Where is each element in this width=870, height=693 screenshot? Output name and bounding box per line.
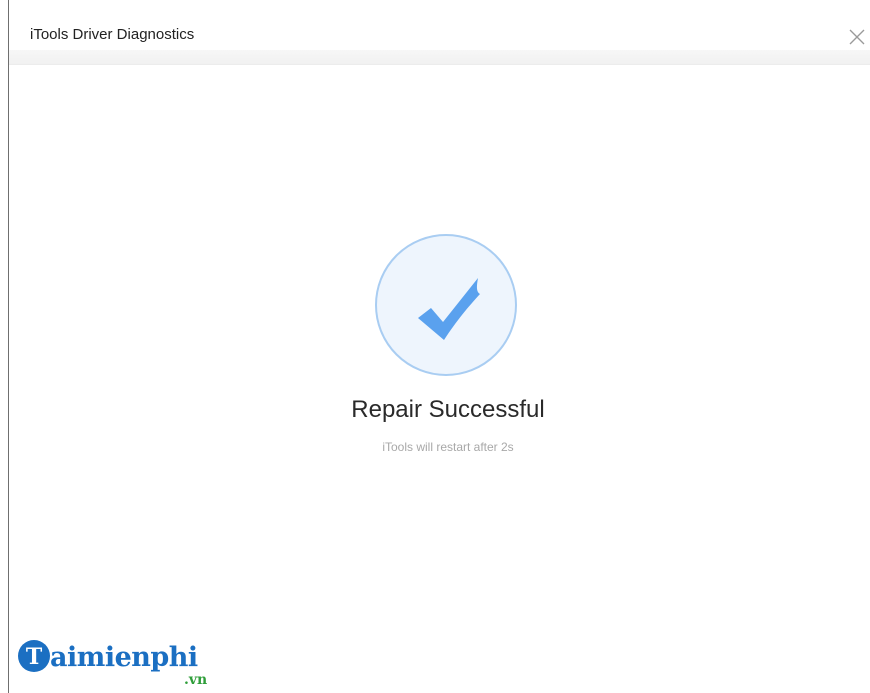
watermark-logo: T aimienphi .vn [18, 640, 228, 690]
success-badge [375, 234, 517, 376]
close-button[interactable] [846, 26, 868, 48]
result-title: Repair Successful [351, 396, 545, 423]
checkmark-icon [418, 278, 480, 340]
diagnostics-window: iTools Driver Diagnostics Repair Success… [0, 0, 870, 693]
watermark-brand: aimienphi [50, 642, 198, 673]
title-bar-divider [9, 50, 870, 65]
window-left-border [8, 0, 9, 693]
watermark-logo-letter: T [26, 644, 43, 670]
watermark-suffix: .vn [184, 672, 208, 688]
watermark-badge: T [18, 640, 50, 672]
result-subtitle: iTools will restart after 2s [382, 440, 514, 454]
close-icon [849, 29, 865, 45]
window-title: iTools Driver Diagnostics [30, 26, 195, 43]
